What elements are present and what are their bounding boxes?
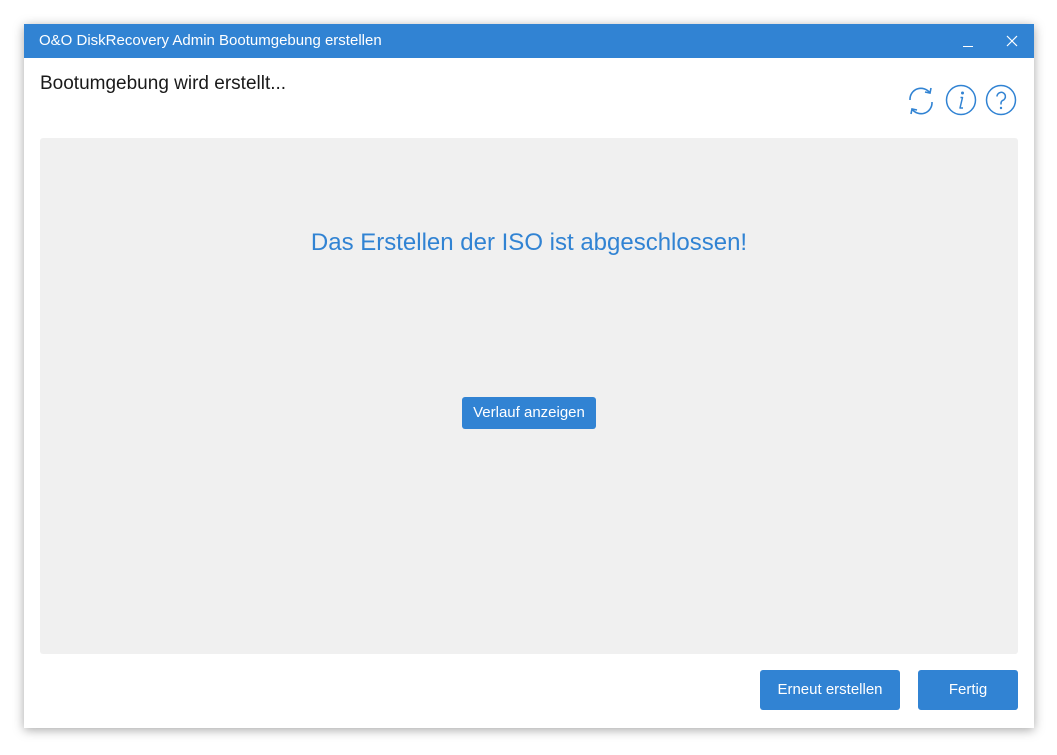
show-history-button[interactable]: Verlauf anzeigen [462, 397, 596, 429]
refresh-button[interactable] [904, 84, 938, 118]
finish-button[interactable]: Fertig [918, 670, 1018, 710]
refresh-icon [909, 87, 933, 115]
window-title: O&O DiskRecovery Admin Bootumgebung erst… [39, 32, 382, 49]
header-toolbar [904, 84, 1020, 118]
close-icon [1006, 35, 1018, 47]
page-title: Bootumgebung wird erstellt... [40, 73, 287, 94]
recreate-button[interactable]: Erneut erstellen [760, 670, 900, 710]
info-icon [945, 84, 977, 116]
minimize-button[interactable] [946, 24, 990, 58]
title-bar: O&O DiskRecovery Admin Bootumgebung erst… [24, 24, 1034, 58]
status-message: Das Erstellen der ISO ist abgeschlossen! [310, 229, 748, 256]
minimize-icon [963, 46, 973, 47]
content-panel: Das Erstellen der ISO ist abgeschlossen!… [40, 138, 1018, 654]
info-button[interactable] [945, 84, 979, 118]
close-button[interactable] [990, 24, 1034, 58]
help-icon [985, 84, 1017, 116]
help-button[interactable] [985, 84, 1019, 118]
dialog-window: O&O DiskRecovery Admin Bootumgebung erst… [24, 24, 1034, 728]
